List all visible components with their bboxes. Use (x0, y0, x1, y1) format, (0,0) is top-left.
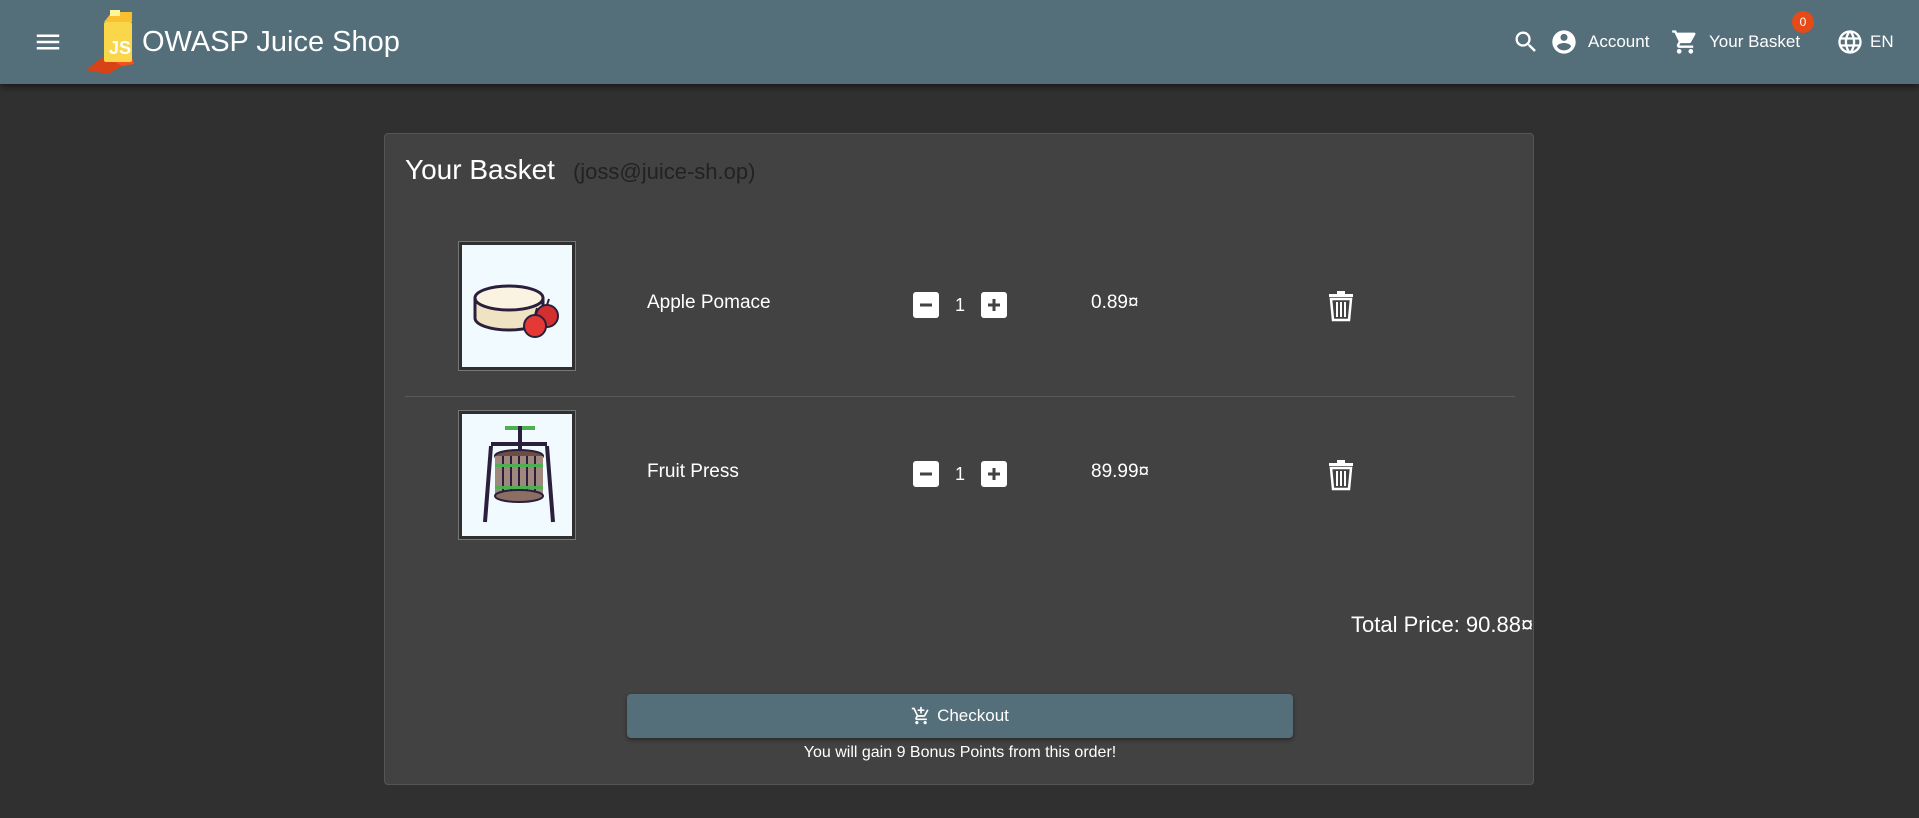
account-button[interactable]: Account (1550, 24, 1649, 60)
sidebar-menu-button[interactable] (32, 27, 64, 57)
product-name: Apple Pomace (647, 292, 771, 313)
quantity-value: 1 (954, 463, 965, 484)
quantity-stepper: 1 (913, 292, 1007, 318)
apple-pomace-icon (473, 284, 559, 338)
checkout-label: Checkout (937, 706, 1009, 725)
plus-icon (988, 299, 1000, 311)
search-button[interactable] (1512, 28, 1540, 56)
remove-item-button[interactable] (1328, 459, 1354, 491)
increase-quantity-button[interactable] (981, 461, 1007, 487)
product-image (459, 242, 575, 370)
product-image (459, 411, 575, 539)
your-basket-label: Your Basket (1709, 32, 1801, 51)
shopping-cart-icon (1672, 30, 1696, 54)
account-circle-icon (1552, 30, 1576, 54)
basket-title: Your Basket (405, 154, 555, 185)
language-button[interactable]: EN (1836, 24, 1894, 60)
search-icon (1515, 31, 1536, 52)
increase-quantity-button[interactable] (981, 292, 1007, 318)
menu-icon (36, 34, 60, 50)
minus-icon (920, 303, 932, 307)
juice-shop-logo[interactable]: JS (82, 8, 142, 74)
app-title[interactable]: OWASP Juice Shop (142, 24, 400, 60)
plus-icon (988, 468, 1000, 480)
top-toolbar: JS OWASP Juice Shop Account Your Basket … (0, 0, 1919, 84)
your-basket-button[interactable]: Your Basket (1671, 24, 1800, 60)
product-name: Fruit Press (647, 461, 739, 482)
add-shopping-cart-icon (911, 706, 931, 726)
basket-heading: Your Basket (joss@juice-sh.op) (405, 154, 755, 186)
bonus-points-text: You will gain 9 Bonus Points from this o… (803, 744, 1117, 761)
total-price: Total Price: 90.88¤ (1351, 612, 1534, 637)
user-email: (joss@juice-sh.op) (572, 159, 756, 184)
basket-item-row: Fruit Press 1 89.99¤ (405, 397, 1515, 565)
svg-text:JS: JS (109, 38, 131, 58)
trash-icon (1329, 291, 1353, 322)
minus-icon (920, 472, 932, 476)
language-label: EN (1870, 32, 1894, 51)
checkout-button[interactable]: Checkout (627, 694, 1293, 738)
product-price: 89.99¤ (1091, 461, 1150, 482)
remove-item-button[interactable] (1328, 290, 1354, 322)
basket-item-row: Apple Pomace 1 0.89¤ (405, 228, 1515, 397)
account-label: Account (1588, 32, 1650, 51)
globe-icon (1838, 30, 1862, 54)
quantity-stepper: 1 (913, 461, 1007, 487)
fruit-press-icon (483, 426, 555, 523)
trash-icon (1329, 460, 1353, 491)
product-price: 0.89¤ (1091, 292, 1139, 313)
basket-card: Your Basket (joss@juice-sh.op) Apple Pom… (384, 133, 1534, 785)
quantity-value: 1 (954, 294, 965, 315)
basket-count-badge: 0 (1792, 11, 1814, 33)
decrease-quantity-button[interactable] (913, 461, 939, 487)
decrease-quantity-button[interactable] (913, 292, 939, 318)
